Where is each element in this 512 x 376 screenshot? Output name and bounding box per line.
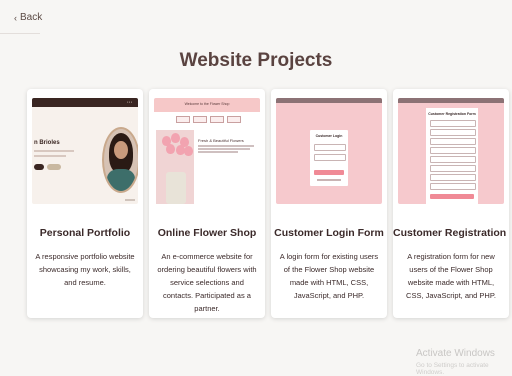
project-card-portfolio[interactable]: ▪ ▪ ▪ n Brioles Personal Portfolio A res… xyxy=(27,89,143,318)
card-description: An e-commerce website for ordering beaut… xyxy=(157,252,257,313)
login-thumb-title: Customer Login xyxy=(315,134,343,138)
project-card-registration-form[interactable]: Customer Registration Form Customer Regi… xyxy=(393,89,509,318)
login-form-screenshot: Customer Login xyxy=(276,98,382,204)
portfolio-thumb-name: n Brioles xyxy=(34,140,60,146)
flower-image xyxy=(156,130,194,204)
page-title: Website Projects xyxy=(179,50,333,71)
avatar xyxy=(102,127,138,193)
activate-windows-title: Activate Windows xyxy=(416,348,495,359)
card-description: A registration form for new users of the… xyxy=(406,252,496,300)
card-title: Customer Registration Form xyxy=(393,227,509,239)
card-description: A responsive portfolio website showcasin… xyxy=(35,252,135,287)
flower-shop-screenshot: Welcome to the Flower Shop Fresh & Beaut… xyxy=(154,98,260,204)
chevron-left-icon: ‹ xyxy=(14,12,17,23)
card-title: Online Flower Shop xyxy=(157,227,257,239)
portfolio-screenshot: ▪ ▪ ▪ n Brioles xyxy=(32,98,138,204)
registration-thumb-title: Customer Registration Form xyxy=(428,112,476,116)
card-title: Personal Portfolio xyxy=(39,227,131,239)
back-link[interactable]: ‹ Back xyxy=(14,12,42,23)
card-description: A login form for existing users of the F… xyxy=(279,252,379,300)
divider xyxy=(0,33,40,34)
back-label: Back xyxy=(20,12,43,23)
project-card-flower-shop[interactable]: Welcome to the Flower Shop Fresh & Beaut… xyxy=(149,89,265,318)
flower-shop-thumb-header: Welcome to the Flower Shop xyxy=(184,102,230,106)
project-card-login-form[interactable]: Customer Login Customer Login Form A log… xyxy=(271,89,387,318)
project-cards: ▪ ▪ ▪ n Brioles Personal Portfolio A res… xyxy=(27,89,509,318)
card-title: Customer Login Form xyxy=(274,227,384,239)
registration-form-screenshot: Customer Registration Form xyxy=(398,98,504,204)
flower-shop-thumb-product: Fresh & Beautiful Flowers xyxy=(198,138,244,143)
